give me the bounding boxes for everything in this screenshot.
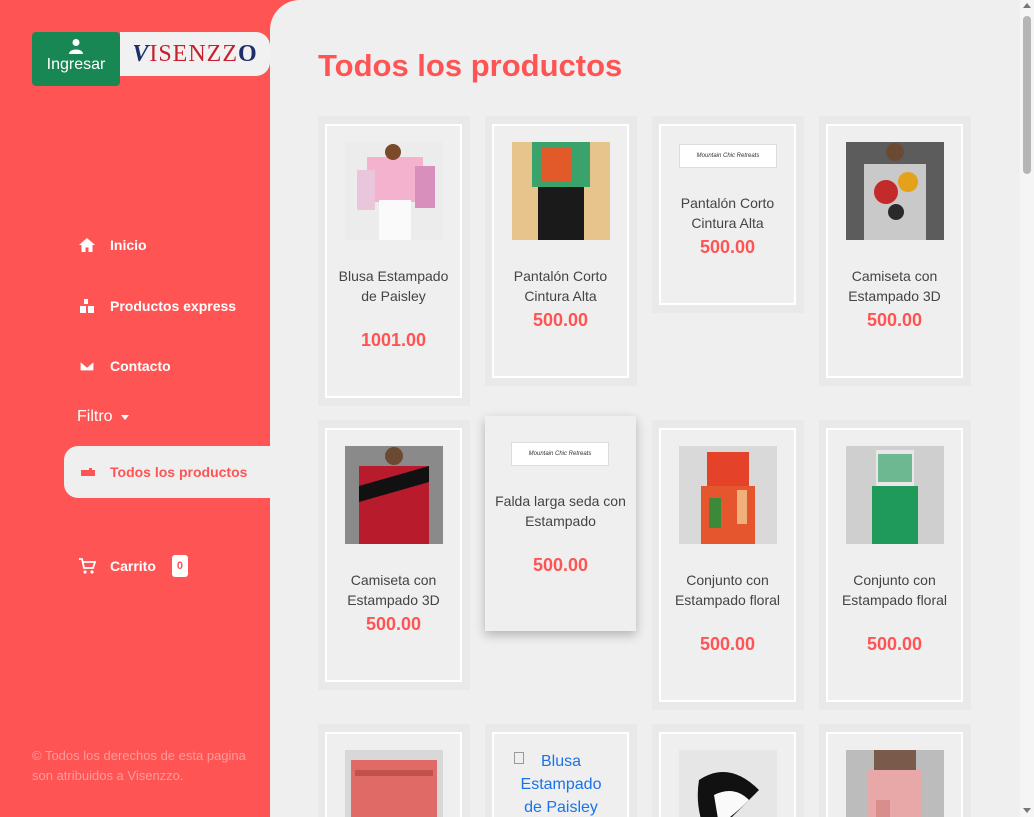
- product-name: Pantalón Corto Cintura Alta: [513, 268, 608, 304]
- logo[interactable]: V ISENZZ O: [120, 32, 270, 76]
- product-card[interactable]: Camiseta con Estampado 3D 500.00: [826, 124, 963, 378]
- envelope-icon: [79, 360, 95, 372]
- home-icon: [79, 238, 95, 252]
- product-image: [512, 142, 610, 240]
- product-card[interactable]: Blusa Estampado de Paisley 1001.00: [325, 124, 462, 398]
- sidebar-item-label: Contacto: [110, 358, 171, 374]
- product-card[interactable]: Blusa Estampado de Paisley: [492, 732, 629, 817]
- product-image-banner: Mountain Chic Retreats: [511, 442, 609, 466]
- product-price: 500.00: [866, 310, 923, 330]
- logo-mid: ISENZZ: [149, 40, 238, 67]
- product-image: [846, 750, 944, 817]
- product-image: [345, 142, 443, 240]
- product-card[interactable]: Camiseta con Estampado 3D 500.00: [325, 428, 462, 682]
- sidebar-item-label: Productos express: [110, 298, 237, 314]
- product-price: 500.00: [866, 634, 923, 654]
- product-image: [679, 750, 777, 817]
- product-price: 500.00: [532, 310, 589, 330]
- chevron-down-icon: [120, 414, 129, 420]
- product-name: Blusa Estampado de Paisley: [338, 268, 449, 304]
- sidebar-item-contacto[interactable]: Contacto: [78, 357, 171, 375]
- logo-o: O: [238, 40, 258, 67]
- product-price: 500.00: [699, 237, 756, 257]
- product-name: Camiseta con Estampado 3D: [347, 572, 440, 608]
- product-card[interactable]: [659, 732, 796, 817]
- product-name: Pantalón Corto Cintura Alta: [680, 195, 775, 231]
- product-card[interactable]: [325, 732, 462, 817]
- product-image: [679, 446, 777, 544]
- product-image: [345, 750, 443, 817]
- login-button[interactable]: Ingresar: [32, 32, 120, 86]
- product-price: 500.00: [699, 634, 756, 654]
- sidebar-item-label: Todos los productos: [110, 464, 248, 480]
- product-image-banner: Mountain Chic Retreats: [679, 144, 777, 168]
- product-price: 500.00: [365, 614, 422, 634]
- product-name: Conjunto con Estampado floral: [841, 572, 948, 608]
- product-name: Camiseta con Estampado 3D: [848, 268, 941, 304]
- vertical-scrollbar[interactable]: [1020, 0, 1034, 817]
- logo-v: V: [132, 40, 150, 67]
- filter-dropdown[interactable]: Filtro: [77, 408, 129, 426]
- box-icon: [80, 299, 94, 313]
- product-image: [345, 446, 443, 544]
- copyright-footer: © Todos los derechos de esta pagina son …: [32, 748, 246, 783]
- cart-label: Carrito: [110, 558, 156, 574]
- product-card[interactable]: Pantalón Corto Cintura Alta 500.00: [492, 124, 629, 378]
- sidebar-item-productos-express[interactable]: Productos express: [78, 297, 236, 315]
- sidebar-item-label: Inicio: [110, 237, 147, 253]
- cart-icon: [79, 558, 96, 574]
- filter-label: Filtro: [77, 408, 113, 425]
- broken-image: Blusa Estampado de Paisley: [512, 750, 610, 817]
- sidebar-item-inicio[interactable]: Inicio: [78, 236, 147, 254]
- main-content: Todos los productos Blusa Estampado de P…: [270, 0, 1020, 817]
- sidebar-item-carrito[interactable]: Carrito 0: [78, 555, 189, 577]
- sidebar: Ingresar V ISENZZ O Inicio Productos expre…: [0, 0, 270, 817]
- product-card-hovered[interactable]: Mountain Chic Retreats Falda larga seda …: [485, 416, 636, 631]
- product-price: 500.00: [532, 555, 589, 575]
- product-name: Conjunto con Estampado floral: [674, 572, 781, 608]
- broken-image-alt-text: Blusa Estampado de Paisley: [520, 753, 602, 816]
- scrollbar-thumb[interactable]: [1023, 16, 1031, 174]
- scroll-down-arrow-icon[interactable]: [1023, 808, 1031, 813]
- product-card[interactable]: [826, 732, 963, 817]
- product-price: 1001.00: [360, 330, 427, 350]
- login-label: Ingresar: [46, 56, 106, 73]
- product-card[interactable]: Conjunto con Estampado floral 500.00: [659, 428, 796, 702]
- product-card[interactable]: Conjunto con Estampado floral 500.00: [826, 428, 963, 702]
- hand-pointer-icon: [81, 468, 95, 476]
- product-image: [846, 142, 944, 240]
- product-name: Falda larga seda con Estampado: [495, 493, 626, 529]
- product-card[interactable]: Mountain Chic Retreats Pantalón Corto Ci…: [659, 124, 796, 305]
- page-title: Todos los productos: [318, 48, 623, 83]
- sidebar-item-todos-productos[interactable]: Todos los productos: [64, 446, 270, 498]
- cart-count-badge: 0: [171, 555, 189, 577]
- product-image: [846, 446, 944, 544]
- scroll-up-arrow-icon[interactable]: [1023, 3, 1031, 8]
- user-icon: [69, 39, 83, 54]
